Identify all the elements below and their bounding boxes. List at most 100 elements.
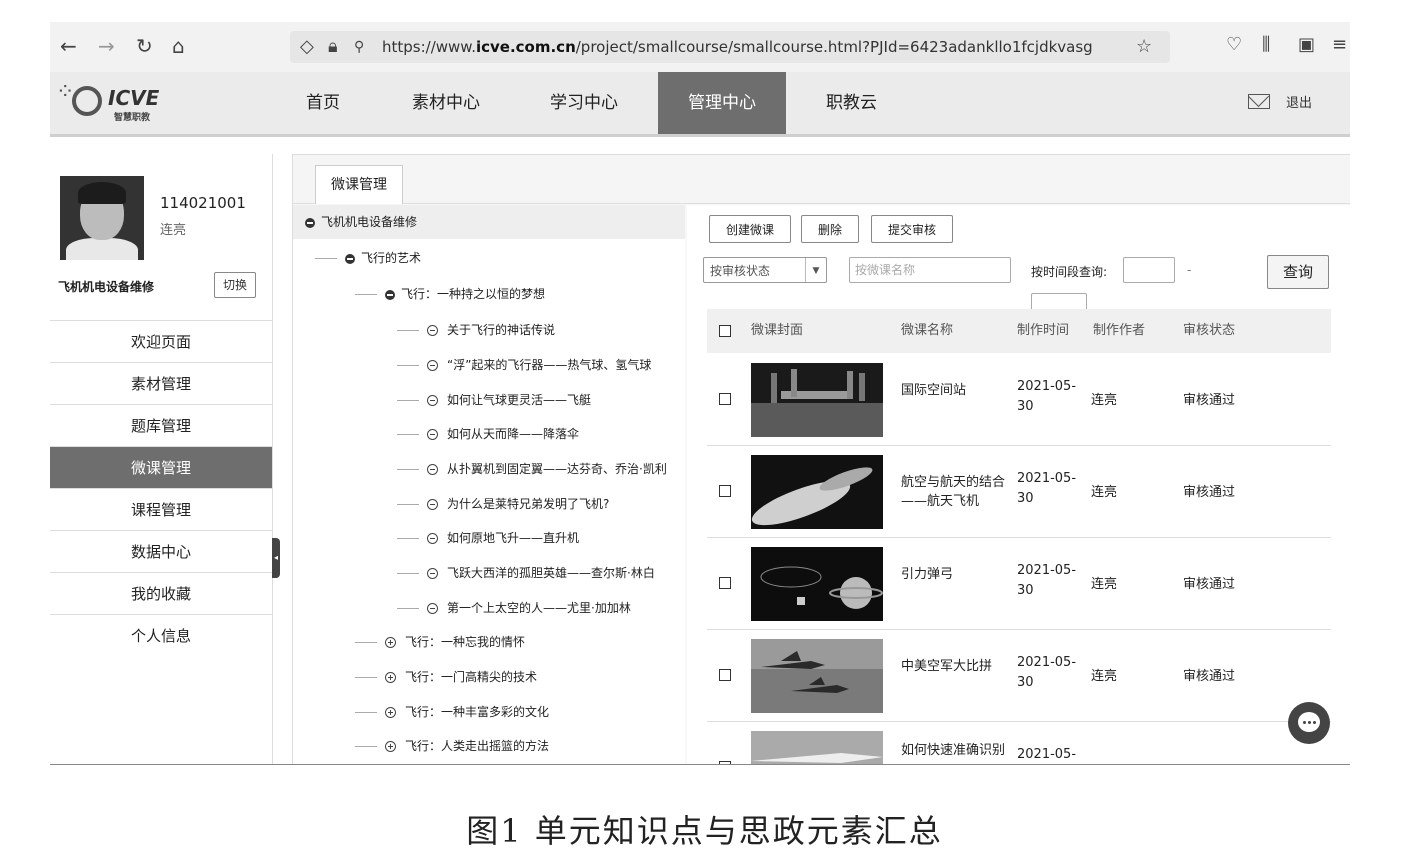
- row-checkbox[interactable]: [719, 669, 731, 681]
- microcourse-name[interactable]: 中美空军大比拼: [901, 657, 1007, 676]
- browser-toolbar: ← → ↻ ⌂ ◇ 🔒︎ ⚲ https://www.icve.com.cn/p…: [50, 22, 1350, 73]
- col-status: 审核状态: [1183, 323, 1236, 338]
- logo-ring-icon: [72, 86, 102, 116]
- site-logo[interactable]: ⁘ icve 智慧职教: [56, 80, 166, 128]
- microcourse-name[interactable]: 引力弹弓: [901, 565, 1007, 584]
- permissions-icon[interactable]: ⚲: [354, 39, 364, 55]
- tab-microcourse-management[interactable]: 微课管理: [315, 165, 403, 204]
- hamburger-menu-icon[interactable]: ≡: [1332, 34, 1347, 55]
- library-icon[interactable]: ⫼: [1262, 34, 1270, 55]
- tree-leaf[interactable]: “浮”起来的飞行器——热气球、氢气球: [397, 356, 651, 373]
- tree-leaf-label: 关于飞行的神话传说: [447, 323, 556, 337]
- row-checkbox[interactable]: [719, 761, 731, 764]
- sidebar-toggle-icon[interactable]: ▣: [1298, 34, 1315, 55]
- table-row: 如何快速准确识别 2021-05-: [707, 721, 1331, 764]
- tree-leaf[interactable]: 如何让气球更灵活——飞艇: [397, 391, 591, 408]
- cover-image-aircraft[interactable]: [751, 731, 883, 764]
- tree-node-level2[interactable]: 飞行：一种持之以恒的梦想: [355, 285, 545, 302]
- author: 连亮: [1091, 485, 1118, 500]
- tree-node-level2[interactable]: 飞行：一种忘我的情怀: [355, 633, 525, 650]
- tree-leaf[interactable]: 飞跃大西洋的孤胆英雄——查尔斯·林白: [397, 564, 655, 581]
- switch-course-button[interactable]: 切换: [214, 272, 256, 298]
- collapse-icon[interactable]: [345, 253, 355, 264]
- tree-node-level2[interactable]: 飞行：一种丰富多彩的文化: [355, 703, 549, 720]
- col-name: 微课名称: [901, 323, 954, 338]
- tree-leaf[interactable]: 如何原地飞升——直升机: [397, 529, 579, 546]
- back-icon[interactable]: ←: [60, 34, 77, 58]
- select-all-checkbox[interactable]: [719, 325, 731, 337]
- chat-icon[interactable]: [1288, 702, 1330, 744]
- address-bar[interactable]: ◇ 🔒︎ ⚲ https://www.icve.com.cn/project/s…: [290, 31, 1170, 63]
- created-time: 2021-05-30: [1017, 379, 1077, 414]
- leaf-icon: [427, 395, 438, 406]
- sidebar-item-data-center[interactable]: 数据中心: [50, 530, 272, 572]
- status-badge: 审核通过: [1183, 485, 1236, 500]
- tree-leaf[interactable]: 第一个上太空的人——尤里·加加林: [397, 599, 631, 616]
- table-row: 中美空军大比拼 2021-05-30 连亮 审核通过: [707, 629, 1331, 722]
- row-checkbox[interactable]: [719, 577, 731, 589]
- microcourse-name[interactable]: 国际空间站: [901, 381, 1007, 400]
- leaf-icon: [427, 360, 438, 371]
- expand-icon[interactable]: [385, 741, 396, 752]
- expand-icon[interactable]: [385, 707, 396, 718]
- pocket-icon[interactable]: ♡: [1226, 34, 1242, 55]
- tree-node-level2[interactable]: 飞行：一门高精尖的技术: [355, 668, 537, 685]
- name-search-input[interactable]: 按微课名称: [849, 257, 1011, 283]
- tree-leaf[interactable]: 关于飞行的神话传说: [397, 321, 555, 338]
- tree-node-level1[interactable]: 飞行的艺术: [315, 249, 421, 266]
- collapse-icon[interactable]: [385, 289, 395, 300]
- status-filter-select[interactable]: 按审核状态 ▼: [703, 257, 827, 283]
- tree-leaf[interactable]: 如何从天而降——降落伞: [397, 425, 579, 442]
- site-header: ⁘ icve 智慧职教 首页 素材中心 学习中心 管理中心 职教云 退出: [50, 72, 1350, 137]
- sidebar-item-favorites[interactable]: 我的收藏: [50, 572, 272, 614]
- submit-review-button[interactable]: 提交审核: [871, 215, 953, 243]
- bookmark-star-icon[interactable]: ☆: [1136, 36, 1152, 57]
- expand-icon[interactable]: [385, 672, 396, 683]
- tree-node-level2[interactable]: 飞行：人类走出摇篮的方法: [355, 737, 549, 754]
- status-badge: 审核通过: [1183, 393, 1236, 408]
- start-date-input[interactable]: [1123, 257, 1175, 283]
- sidebar-collapse-handle[interactable]: ◂: [272, 538, 280, 578]
- user-name: 连亮: [160, 223, 187, 238]
- tree-node-label: 飞行：一种持之以恒的梦想: [401, 287, 546, 301]
- leaf-icon: [427, 464, 438, 475]
- cover-image-space-station[interactable]: [751, 363, 883, 437]
- nav-home[interactable]: 首页: [276, 72, 370, 134]
- nav-material-center[interactable]: 素材中心: [382, 72, 510, 134]
- nav-learning-center[interactable]: 学习中心: [520, 72, 648, 134]
- sidebar-item-profile[interactable]: 个人信息: [50, 614, 272, 656]
- leaf-icon: [427, 325, 438, 336]
- nav-management-center[interactable]: 管理中心: [658, 72, 786, 134]
- cover-image-space-shuttle[interactable]: [751, 455, 883, 529]
- cover-image-gravity-slingshot[interactable]: [751, 547, 883, 621]
- logout-link[interactable]: 退出: [1286, 92, 1312, 111]
- microcourse-name[interactable]: 如何快速准确识别: [901, 741, 1007, 760]
- sidebar-item-courses[interactable]: 课程管理: [50, 488, 272, 530]
- leaf-icon: [427, 499, 438, 510]
- home-icon[interactable]: ⌂: [172, 34, 185, 58]
- mail-icon[interactable]: [1248, 94, 1270, 109]
- cover-image-air-force[interactable]: [751, 639, 883, 713]
- tree-root[interactable]: 飞机机电设备维修: [293, 205, 685, 239]
- sidebar-item-question-bank[interactable]: 题库管理: [50, 404, 272, 446]
- tree-node-label: 飞行的艺术: [361, 251, 422, 265]
- sidebar-item-materials[interactable]: 素材管理: [50, 362, 272, 404]
- expand-icon[interactable]: [385, 637, 396, 648]
- microcourse-name[interactable]: 航空与航天的结合——航天飞机: [901, 473, 1007, 511]
- collapse-icon[interactable]: [305, 217, 315, 228]
- forward-icon[interactable]: →: [98, 34, 115, 58]
- nav-vocational-cloud[interactable]: 职教云: [796, 72, 907, 134]
- tree-leaf[interactable]: 为什么是莱特兄弟发明了飞机?: [397, 495, 609, 512]
- sidebar-item-welcome[interactable]: 欢迎页面: [50, 320, 272, 362]
- table-header: 微课封面 微课名称 制作时间 制作作者 审核状态: [707, 309, 1331, 353]
- table-row: 引力弹弓 2021-05-30 连亮 审核通过: [707, 537, 1331, 630]
- tree-leaf[interactable]: 从扑翼机到固定翼——达芬奇、乔治·凯利: [397, 460, 667, 477]
- row-checkbox[interactable]: [719, 485, 731, 497]
- reload-icon[interactable]: ↻: [136, 34, 153, 58]
- create-microcourse-button[interactable]: 创建微课: [709, 215, 791, 243]
- lock-icon: 🔒︎: [328, 36, 338, 57]
- row-checkbox[interactable]: [719, 393, 731, 405]
- query-button[interactable]: 查询: [1267, 255, 1329, 289]
- sidebar-item-microcourse[interactable]: 微课管理: [50, 446, 272, 488]
- delete-button[interactable]: 删除: [801, 215, 859, 243]
